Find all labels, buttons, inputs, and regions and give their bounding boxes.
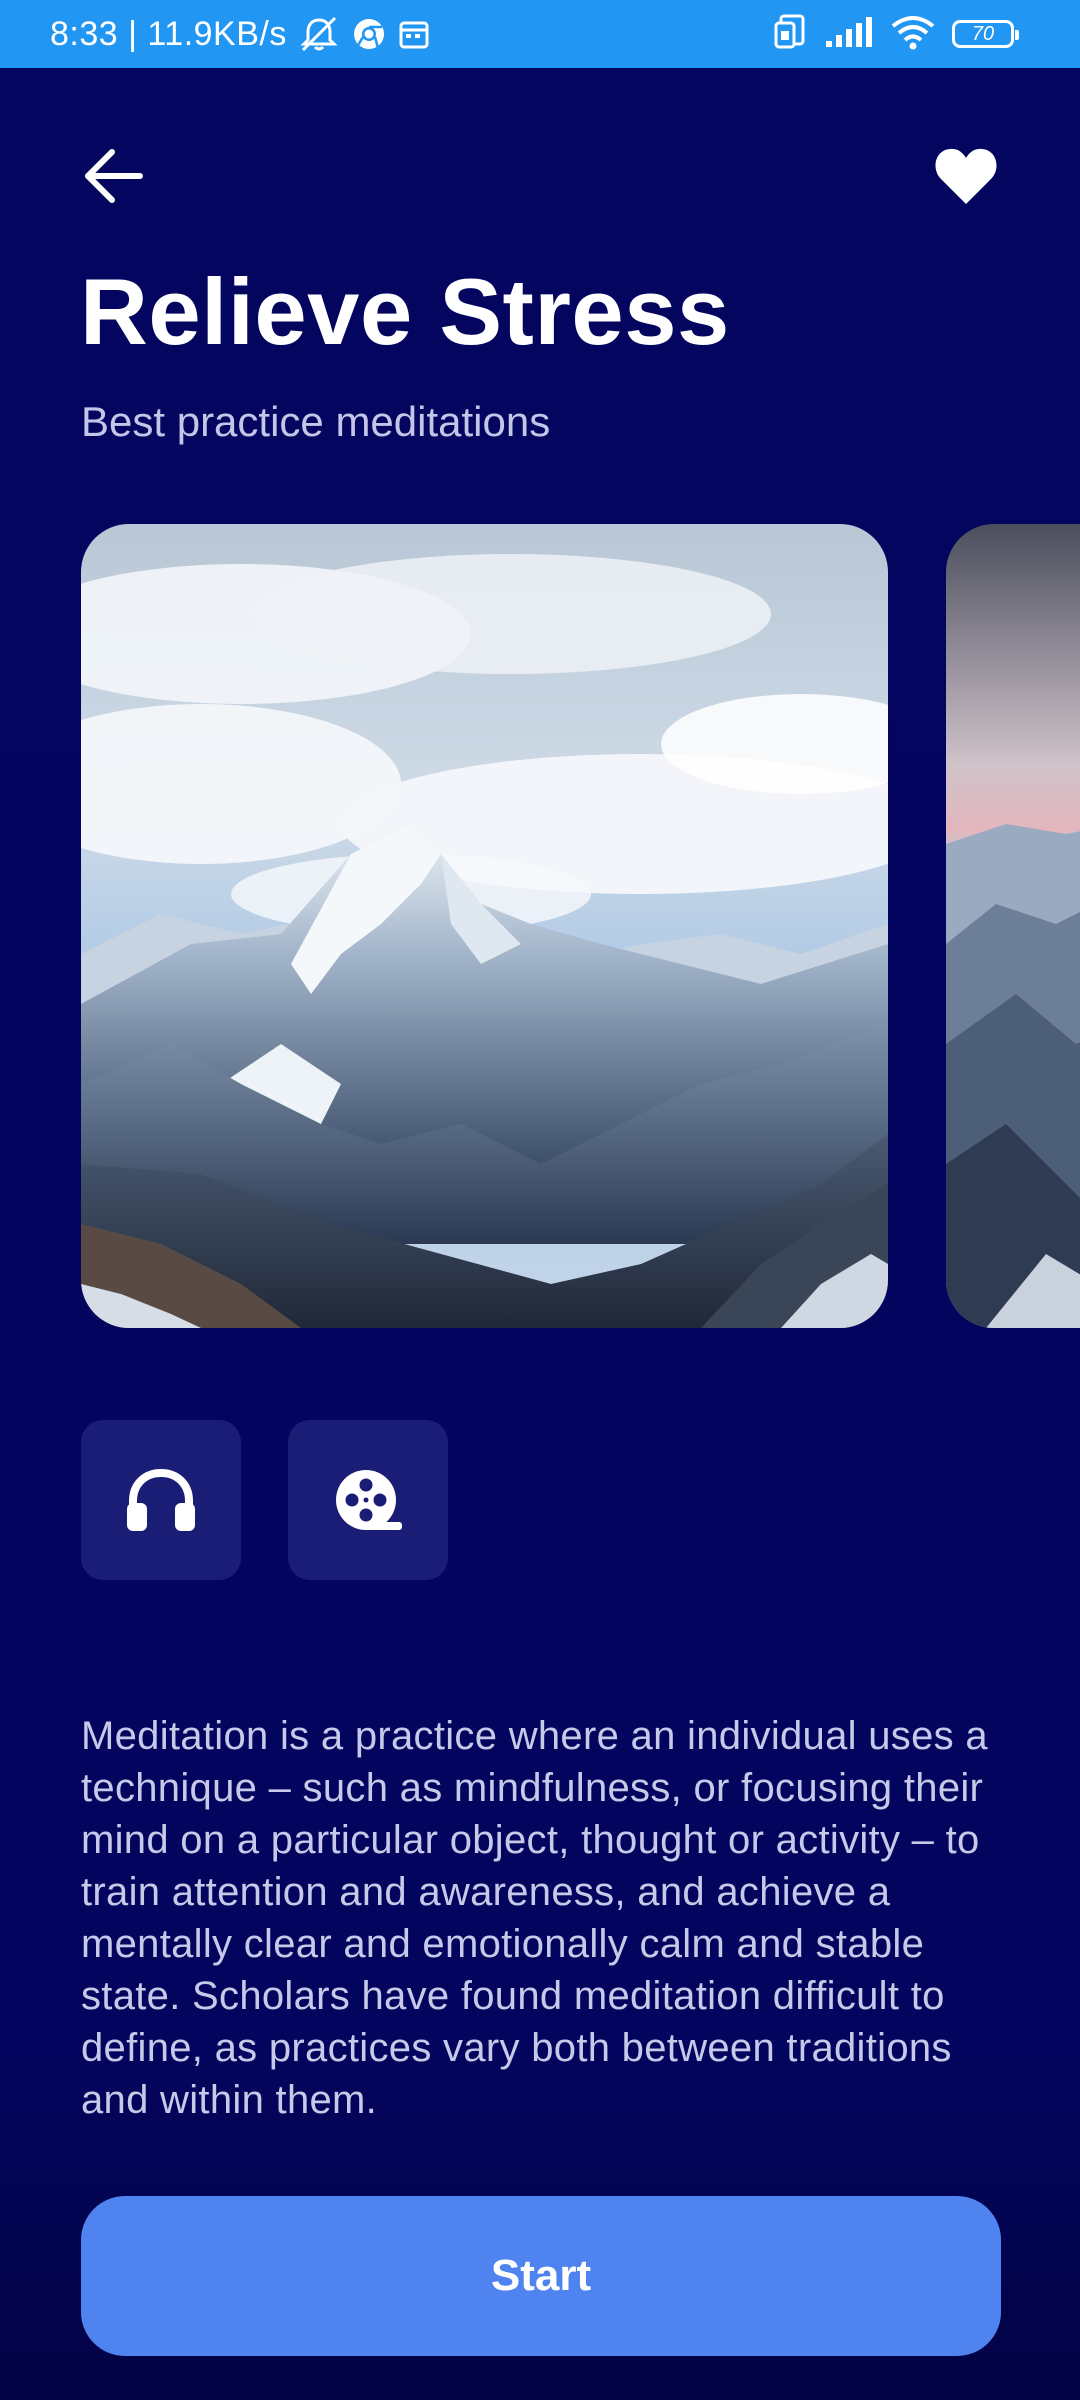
heart-icon xyxy=(935,148,997,204)
calendar-icon xyxy=(397,17,431,51)
battery-level: 70 xyxy=(971,22,995,45)
film-reel-icon xyxy=(336,1470,402,1530)
audio-mode-button[interactable] xyxy=(81,1420,241,1580)
video-mode-button[interactable] xyxy=(288,1420,448,1580)
wifi-icon xyxy=(890,14,936,55)
page-subtitle: Best practice meditations xyxy=(81,398,551,445)
status-bar-left: 8:33 | 11.9KB/s xyxy=(50,0,431,68)
chrome-icon xyxy=(351,16,387,52)
favorite-button[interactable] xyxy=(930,140,1002,212)
status-bar: 8:33 | 11.9KB/s 70 xyxy=(0,0,1080,68)
mountain-image xyxy=(81,524,888,1328)
image-carousel[interactable] xyxy=(0,524,1080,1328)
page-title: Relieve Stress xyxy=(80,259,730,364)
status-bar-right: 70 xyxy=(772,0,1019,68)
battery-icon: 70 xyxy=(952,20,1019,48)
headphones-icon xyxy=(127,1468,195,1531)
arrow-left-icon xyxy=(85,149,143,203)
meditation-detail-screen: 8:33 | 11.9KB/s 70 Relieve Stress Best p… xyxy=(0,0,1080,2400)
description-text: Meditation is a practice where an indivi… xyxy=(81,1714,988,2122)
carousel-card-mountain[interactable] xyxy=(81,524,888,1328)
mute-icon xyxy=(297,14,341,54)
back-button[interactable] xyxy=(78,140,150,212)
start-button[interactable]: Start xyxy=(81,2196,1001,2356)
sim-icon xyxy=(772,13,808,56)
signal-icon xyxy=(824,15,874,54)
dusk-mountain-image xyxy=(946,524,1080,1328)
status-text: 8:33 | 11.9KB/s xyxy=(50,14,287,53)
carousel-card-dusk[interactable] xyxy=(946,524,1080,1328)
